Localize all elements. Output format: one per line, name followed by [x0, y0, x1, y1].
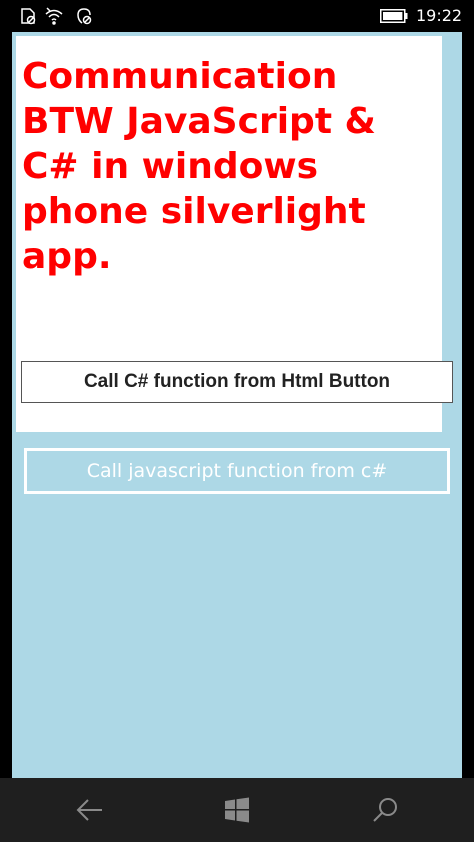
call-javascript-button[interactable]: Call javascript function from c# — [24, 448, 450, 494]
wifi-icon — [44, 6, 64, 26]
location-off-icon — [74, 6, 94, 26]
battery-icon — [380, 9, 408, 23]
windows-start-icon[interactable] — [219, 792, 255, 828]
call-csharp-button[interactable]: Call C# function from Html Button — [21, 361, 453, 403]
status-time: 19:22 — [416, 6, 463, 25]
sim-off-icon — [18, 6, 38, 26]
navigation-bar — [0, 778, 474, 842]
search-icon[interactable] — [367, 792, 403, 828]
phone-screen: 19:22 Communication BTW JavaScript & C# … — [0, 0, 474, 842]
web-browser-control[interactable]: Communication BTW JavaScript & C# in win… — [16, 36, 453, 432]
app-content: Communication BTW JavaScript & C# in win… — [12, 32, 462, 778]
page-title: Communication BTW JavaScript & C# in win… — [22, 56, 376, 277]
status-bar: 19:22 — [0, 0, 474, 32]
back-icon[interactable] — [72, 792, 108, 828]
